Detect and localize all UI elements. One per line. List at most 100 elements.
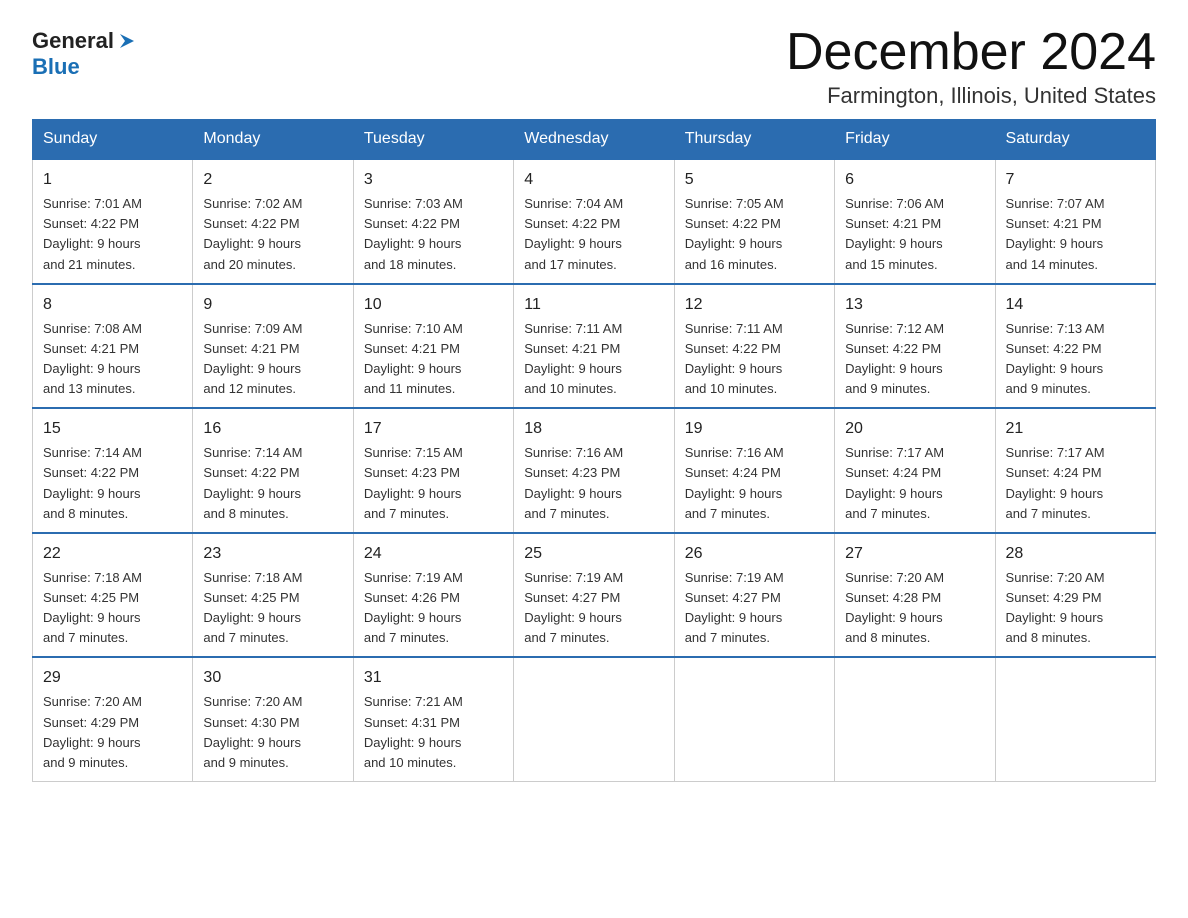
calendar-cell: 22Sunrise: 7:18 AMSunset: 4:25 PMDayligh… — [33, 533, 193, 658]
calendar-cell: 29Sunrise: 7:20 AMSunset: 4:29 PMDayligh… — [33, 657, 193, 781]
day-number: 16 — [203, 417, 342, 441]
day-info: Sunrise: 7:05 AMSunset: 4:22 PMDaylight:… — [685, 194, 824, 275]
day-info: Sunrise: 7:18 AMSunset: 4:25 PMDaylight:… — [43, 568, 182, 649]
calendar-cell: 16Sunrise: 7:14 AMSunset: 4:22 PMDayligh… — [193, 408, 353, 533]
day-info: Sunrise: 7:06 AMSunset: 4:21 PMDaylight:… — [845, 194, 984, 275]
day-info: Sunrise: 7:15 AMSunset: 4:23 PMDaylight:… — [364, 443, 503, 524]
header-saturday: Saturday — [995, 120, 1155, 160]
day-number: 17 — [364, 417, 503, 441]
calendar-cell: 21Sunrise: 7:17 AMSunset: 4:24 PMDayligh… — [995, 408, 1155, 533]
calendar-cell: 6Sunrise: 7:06 AMSunset: 4:21 PMDaylight… — [835, 159, 995, 284]
calendar-cell — [514, 657, 674, 781]
calendar-cell: 10Sunrise: 7:10 AMSunset: 4:21 PMDayligh… — [353, 284, 513, 409]
day-info: Sunrise: 7:19 AMSunset: 4:27 PMDaylight:… — [685, 568, 824, 649]
week-row-4: 22Sunrise: 7:18 AMSunset: 4:25 PMDayligh… — [33, 533, 1156, 658]
day-info: Sunrise: 7:16 AMSunset: 4:23 PMDaylight:… — [524, 443, 663, 524]
day-number: 22 — [43, 542, 182, 566]
day-number: 12 — [685, 293, 824, 317]
day-number: 27 — [845, 542, 984, 566]
day-number: 4 — [524, 168, 663, 192]
day-number: 30 — [203, 666, 342, 690]
week-row-3: 15Sunrise: 7:14 AMSunset: 4:22 PMDayligh… — [33, 408, 1156, 533]
day-number: 13 — [845, 293, 984, 317]
day-info: Sunrise: 7:17 AMSunset: 4:24 PMDaylight:… — [845, 443, 984, 524]
logo-blue-text: Blue — [32, 54, 80, 80]
day-number: 24 — [364, 542, 503, 566]
header-thursday: Thursday — [674, 120, 834, 160]
day-info: Sunrise: 7:18 AMSunset: 4:25 PMDaylight:… — [203, 568, 342, 649]
calendar-cell: 13Sunrise: 7:12 AMSunset: 4:22 PMDayligh… — [835, 284, 995, 409]
day-number: 9 — [203, 293, 342, 317]
week-row-2: 8Sunrise: 7:08 AMSunset: 4:21 PMDaylight… — [33, 284, 1156, 409]
header-sunday: Sunday — [33, 120, 193, 160]
day-number: 1 — [43, 168, 182, 192]
calendar-cell: 30Sunrise: 7:20 AMSunset: 4:30 PMDayligh… — [193, 657, 353, 781]
calendar-cell: 12Sunrise: 7:11 AMSunset: 4:22 PMDayligh… — [674, 284, 834, 409]
calendar-cell — [835, 657, 995, 781]
calendar-cell: 17Sunrise: 7:15 AMSunset: 4:23 PMDayligh… — [353, 408, 513, 533]
day-number: 23 — [203, 542, 342, 566]
day-info: Sunrise: 7:14 AMSunset: 4:22 PMDaylight:… — [203, 443, 342, 524]
day-number: 31 — [364, 666, 503, 690]
day-number: 18 — [524, 417, 663, 441]
day-info: Sunrise: 7:13 AMSunset: 4:22 PMDaylight:… — [1006, 319, 1145, 400]
header-friday: Friday — [835, 120, 995, 160]
location-title: Farmington, Illinois, United States — [786, 83, 1156, 109]
day-number: 5 — [685, 168, 824, 192]
day-info: Sunrise: 7:10 AMSunset: 4:21 PMDaylight:… — [364, 319, 503, 400]
calendar-cell: 25Sunrise: 7:19 AMSunset: 4:27 PMDayligh… — [514, 533, 674, 658]
day-info: Sunrise: 7:12 AMSunset: 4:22 PMDaylight:… — [845, 319, 984, 400]
day-number: 11 — [524, 293, 663, 317]
calendar-cell: 24Sunrise: 7:19 AMSunset: 4:26 PMDayligh… — [353, 533, 513, 658]
page-header: General Blue December 2024 Farmington, I… — [32, 24, 1156, 109]
calendar-cell: 20Sunrise: 7:17 AMSunset: 4:24 PMDayligh… — [835, 408, 995, 533]
week-row-1: 1Sunrise: 7:01 AMSunset: 4:22 PMDaylight… — [33, 159, 1156, 284]
calendar-cell: 23Sunrise: 7:18 AMSunset: 4:25 PMDayligh… — [193, 533, 353, 658]
calendar-cell: 9Sunrise: 7:09 AMSunset: 4:21 PMDaylight… — [193, 284, 353, 409]
day-info: Sunrise: 7:07 AMSunset: 4:21 PMDaylight:… — [1006, 194, 1145, 275]
day-info: Sunrise: 7:11 AMSunset: 4:21 PMDaylight:… — [524, 319, 663, 400]
calendar-cell: 31Sunrise: 7:21 AMSunset: 4:31 PMDayligh… — [353, 657, 513, 781]
calendar-cell: 26Sunrise: 7:19 AMSunset: 4:27 PMDayligh… — [674, 533, 834, 658]
day-info: Sunrise: 7:03 AMSunset: 4:22 PMDaylight:… — [364, 194, 503, 275]
day-info: Sunrise: 7:20 AMSunset: 4:30 PMDaylight:… — [203, 692, 342, 773]
day-number: 25 — [524, 542, 663, 566]
calendar-cell: 3Sunrise: 7:03 AMSunset: 4:22 PMDaylight… — [353, 159, 513, 284]
header-wednesday: Wednesday — [514, 120, 674, 160]
calendar-table: SundayMondayTuesdayWednesdayThursdayFrid… — [32, 119, 1156, 782]
day-info: Sunrise: 7:21 AMSunset: 4:31 PMDaylight:… — [364, 692, 503, 773]
calendar-cell: 14Sunrise: 7:13 AMSunset: 4:22 PMDayligh… — [995, 284, 1155, 409]
title-area: December 2024 Farmington, Illinois, Unit… — [786, 24, 1156, 109]
calendar-cell: 27Sunrise: 7:20 AMSunset: 4:28 PMDayligh… — [835, 533, 995, 658]
day-info: Sunrise: 7:20 AMSunset: 4:29 PMDaylight:… — [43, 692, 182, 773]
calendar-cell: 4Sunrise: 7:04 AMSunset: 4:22 PMDaylight… — [514, 159, 674, 284]
calendar-header-row: SundayMondayTuesdayWednesdayThursdayFrid… — [33, 120, 1156, 160]
day-info: Sunrise: 7:19 AMSunset: 4:26 PMDaylight:… — [364, 568, 503, 649]
header-tuesday: Tuesday — [353, 120, 513, 160]
day-info: Sunrise: 7:08 AMSunset: 4:21 PMDaylight:… — [43, 319, 182, 400]
day-number: 10 — [364, 293, 503, 317]
calendar-cell — [995, 657, 1155, 781]
day-number: 15 — [43, 417, 182, 441]
day-info: Sunrise: 7:16 AMSunset: 4:24 PMDaylight:… — [685, 443, 824, 524]
day-info: Sunrise: 7:02 AMSunset: 4:22 PMDaylight:… — [203, 194, 342, 275]
day-info: Sunrise: 7:20 AMSunset: 4:29 PMDaylight:… — [1006, 568, 1145, 649]
day-number: 14 — [1006, 293, 1145, 317]
day-number: 7 — [1006, 168, 1145, 192]
calendar-cell — [674, 657, 834, 781]
logo: General Blue — [32, 28, 136, 80]
day-number: 28 — [1006, 542, 1145, 566]
calendar-cell: 11Sunrise: 7:11 AMSunset: 4:21 PMDayligh… — [514, 284, 674, 409]
day-info: Sunrise: 7:20 AMSunset: 4:28 PMDaylight:… — [845, 568, 984, 649]
logo-general-text: General — [32, 28, 114, 54]
calendar-cell: 19Sunrise: 7:16 AMSunset: 4:24 PMDayligh… — [674, 408, 834, 533]
day-info: Sunrise: 7:17 AMSunset: 4:24 PMDaylight:… — [1006, 443, 1145, 524]
week-row-5: 29Sunrise: 7:20 AMSunset: 4:29 PMDayligh… — [33, 657, 1156, 781]
day-info: Sunrise: 7:11 AMSunset: 4:22 PMDaylight:… — [685, 319, 824, 400]
day-number: 21 — [1006, 417, 1145, 441]
logo-arrow-icon — [118, 32, 136, 50]
day-number: 6 — [845, 168, 984, 192]
day-info: Sunrise: 7:14 AMSunset: 4:22 PMDaylight:… — [43, 443, 182, 524]
calendar-cell: 15Sunrise: 7:14 AMSunset: 4:22 PMDayligh… — [33, 408, 193, 533]
day-info: Sunrise: 7:09 AMSunset: 4:21 PMDaylight:… — [203, 319, 342, 400]
